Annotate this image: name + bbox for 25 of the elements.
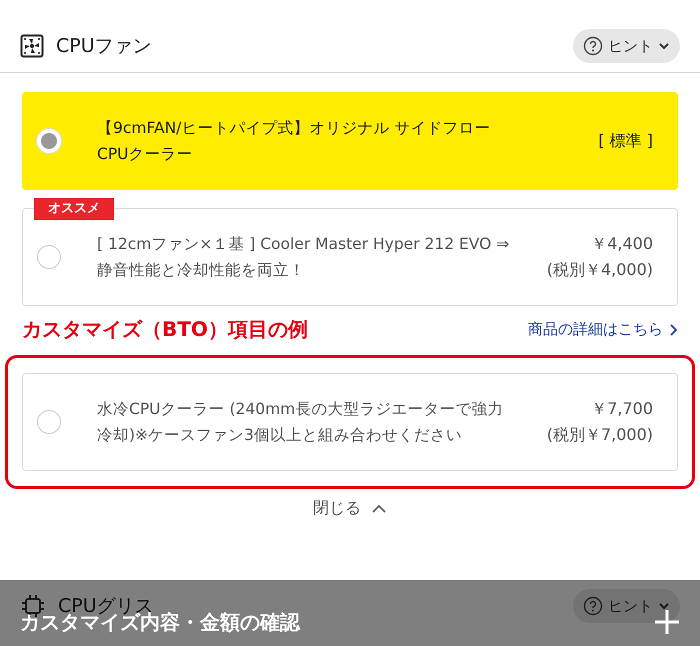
annotation-label: カスタマイズ（BTO）項目の例 — [22, 316, 308, 343]
option-card[interactable]: 【9cmFAN/ヒートパイプ式】オリジナル サイドフローCPUクーラー [ 標準 ] — [22, 92, 678, 190]
plus-icon[interactable] — [654, 609, 680, 635]
help-icon — [583, 596, 603, 616]
chevron-up-icon — [371, 504, 387, 514]
option-card[interactable]: 水冷CPUクーラー (240mm長の大型ラジエーターで強力冷却)※ケースファン3個以上と組み合わせください ￥7,700 (税別￥7,000) — [22, 373, 678, 471]
detail-link[interactable]: 商品の詳細はこちら — [528, 320, 678, 339]
section-title: CPUファン — [56, 34, 152, 59]
price: ￥7,700 — [591, 398, 653, 420]
standard-note: [ 標準 ] — [598, 130, 653, 152]
chevron-right-icon — [669, 322, 678, 336]
radio-button[interactable] — [37, 245, 61, 269]
recommended-badge: オススメ — [34, 198, 114, 220]
option-label: [ 12cmファン×１基 ] Cooler Master Hyper 212 EVO ⇒ 静音性能と冷却性能を両立！ — [97, 234, 510, 281]
hint-button[interactable]: ヒント — [573, 589, 680, 623]
hint-button[interactable]: ヒント — [573, 29, 680, 63]
collapse-button[interactable]: 閉じる — [307, 497, 393, 520]
price-excluding-tax: (税別￥4,000) — [546, 259, 653, 281]
price-excluding-tax: (税別￥7,000) — [546, 424, 653, 446]
fan-icon — [20, 34, 44, 58]
radio-button[interactable] — [37, 410, 61, 434]
price: ￥4,400 — [591, 233, 653, 255]
option-label: 【9cmFAN/ヒートパイプ式】オリジナル サイドフローCPUクーラー — [97, 118, 492, 165]
option-label: 水冷CPUクーラー (240mm長の大型ラジエーターで強力冷却)※ケースファン3個以上と組み合わせください — [97, 399, 504, 446]
help-icon — [583, 36, 603, 56]
